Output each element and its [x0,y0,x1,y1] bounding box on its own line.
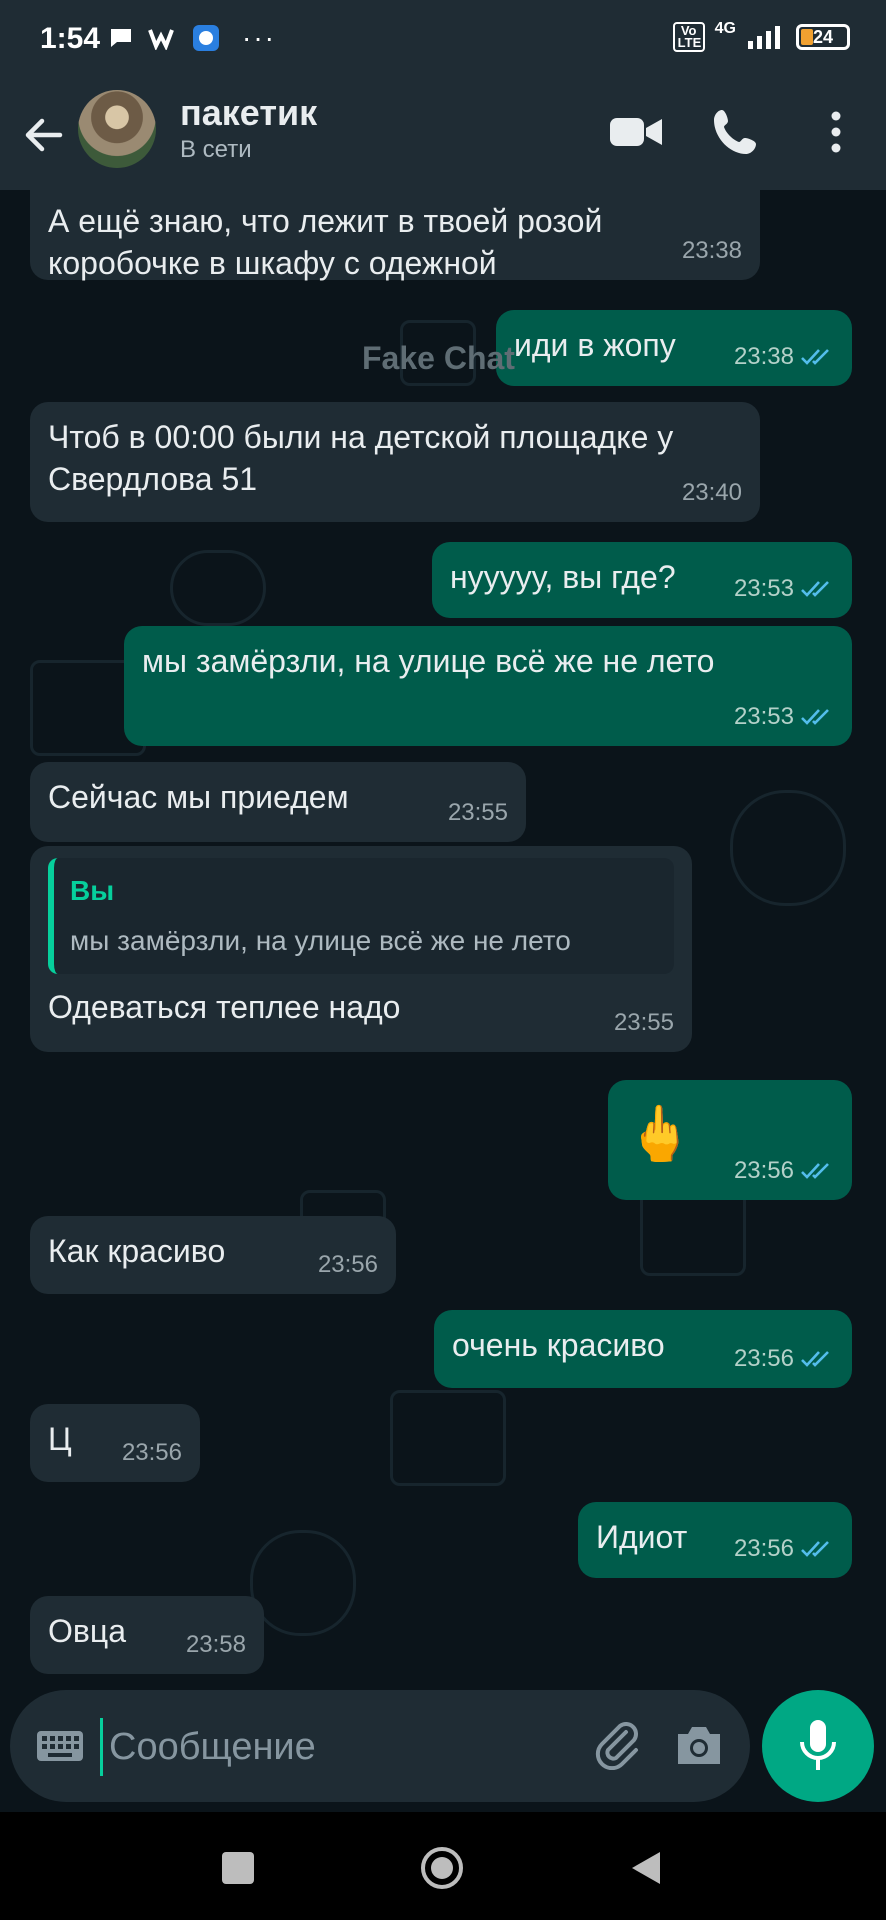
watermark: Fake Chat [362,340,515,376]
message-time: 23:56 [317,1251,378,1278]
message-time: 23:58 [185,1631,246,1658]
message-time: 23:56 [121,1439,182,1466]
status-right: Vo LTE 4G 24 [672,20,850,52]
message-meta: 23:53 [734,696,834,738]
wallpaper-doodle [170,550,266,626]
message-outgoing[interactable]: очень красиво 23:56 [434,1310,852,1388]
wallpaper-doodle [390,1390,506,1486]
message-incoming[interactable]: Ц 23:56 [30,1404,200,1482]
contact-status: В сети [180,136,252,163]
message-meta: 23:56 [318,1244,378,1286]
notification-icons: ··· [108,22,276,54]
app-notification-icon [193,25,219,51]
read-ticks-icon [801,349,829,365]
message-composer [10,1690,750,1802]
read-ticks-icon [801,1541,829,1557]
message-time: 23:38 [733,343,794,370]
message-time: 23:56 [733,1345,794,1372]
system-nav-bar [0,1812,886,1920]
message-meta: 23:38 [682,230,742,272]
chat-area[interactable]: Fake Chat А ещё знаю, что лежит в твоей … [0,190,886,1690]
voice-record-button[interactable] [762,1690,874,1802]
contact-avatar[interactable] [78,90,156,168]
message-time: 23:55 [613,1009,674,1036]
message-outgoing-emoji[interactable]: 🖕 23:56 [608,1080,852,1200]
message-time: 23:55 [447,799,508,826]
message-time: 23:38 [681,237,742,264]
battery-level: 24 [813,27,834,47]
message-text: мы замёрзли, на улице всё же не лето [142,643,715,679]
message-time: 23:53 [733,575,794,602]
message-meta: 23:58 [186,1624,246,1666]
message-incoming[interactable]: Чтоб в 00:00 были на детской площадке у … [30,402,760,522]
message-incoming[interactable]: Как красиво 23:56 [30,1216,396,1294]
phone-icon[interactable] [706,102,766,162]
message-meta: 23:40 [682,472,742,514]
wallpaper-doodle [250,1530,356,1636]
message-meta: 23:56 [122,1432,182,1474]
wallpaper-doodle [730,790,846,906]
read-ticks-icon [801,1351,829,1367]
read-ticks-icon [801,581,829,597]
message-text: А ещё знаю, что лежит в твоей розой коро… [48,203,603,281]
message-meta: 23:55 [614,1002,674,1044]
message-outgoing[interactable]: мы замёрзли, на улице всё же не лето 23:… [124,626,852,746]
message-meta: 23:53 [734,568,834,610]
message-meta: 23:56 [734,1338,834,1380]
quoted-message[interactable]: Вы мы замёрзли, на улице всё же не лето [48,858,674,974]
message-time: 23:56 [733,1157,794,1184]
square-nav-icon[interactable] [216,1846,260,1890]
message-incoming[interactable]: Сейчас мы приедем 23:55 [30,762,526,842]
status-time: 1:54 [40,22,101,55]
battery-fill [801,29,813,45]
wallpaper-doodle [640,1190,746,1276]
read-ticks-icon [801,709,829,725]
message-meta: 23:38 [734,336,834,378]
circle-nav-icon[interactable] [420,1846,464,1890]
chat-header: пакетик В сети [0,80,886,190]
message-notification-icon [111,29,131,47]
message-meta: 23:55 [448,792,508,834]
video-call-icon[interactable] [606,102,666,162]
quoted-text: мы замёрзли, на улице всё же не лето [70,925,571,956]
message-outgoing[interactable]: Идиот 23:56 [578,1502,852,1578]
message-incoming[interactable]: Овца 23:58 [30,1596,264,1674]
more-vert-icon[interactable] [806,102,866,162]
message-text: Чтоб в 00:00 были на детской площадке у … [48,419,674,497]
attach-icon[interactable] [592,1720,642,1770]
message-incoming[interactable]: А ещё знаю, что лежит в твоей розой коро… [30,190,760,281]
keyboard-icon[interactable] [36,1730,84,1762]
chat-screen: 1:54 ··· Vo LTE 4G 24 пакетик В сети Fak… [0,0,886,1920]
message-incoming-reply[interactable]: Вы мы замёрзли, на улице всё же не лето … [30,846,692,1052]
read-ticks-icon [801,1163,829,1179]
w-app-icon [148,29,174,50]
message-meta: 23:56 [734,1150,834,1192]
message-outgoing[interactable]: иди в жопу 23:38 [496,310,852,386]
camera-icon[interactable] [674,1722,724,1768]
message-input[interactable] [100,1718,581,1776]
message-text: Одеваться теплее надо [48,989,401,1025]
mic-icon [800,1720,836,1770]
message-time: 23:56 [733,1535,794,1562]
message-outgoing[interactable]: нууууу, вы где? 23:53 [432,542,852,618]
network-label: 4G [714,20,736,37]
triangle-back-icon[interactable] [624,1846,668,1890]
message-meta: 23:56 [734,1528,834,1570]
message-time: 23:53 [733,703,794,730]
signal-icon [748,26,780,49]
volte-icon: Vo LTE [672,22,705,52]
back-arrow-icon[interactable] [16,108,70,162]
more-notifications-icon: ··· [242,22,276,53]
message-time: 23:40 [681,479,742,506]
quoted-author: Вы [70,875,115,906]
status-bar: 1:54 ··· Vo LTE 4G 24 [0,0,886,80]
battery-icon: 24 [796,24,850,50]
contact-name[interactable]: пакетик [180,92,317,134]
message-text: Сейчас мы приедем [48,779,349,815]
